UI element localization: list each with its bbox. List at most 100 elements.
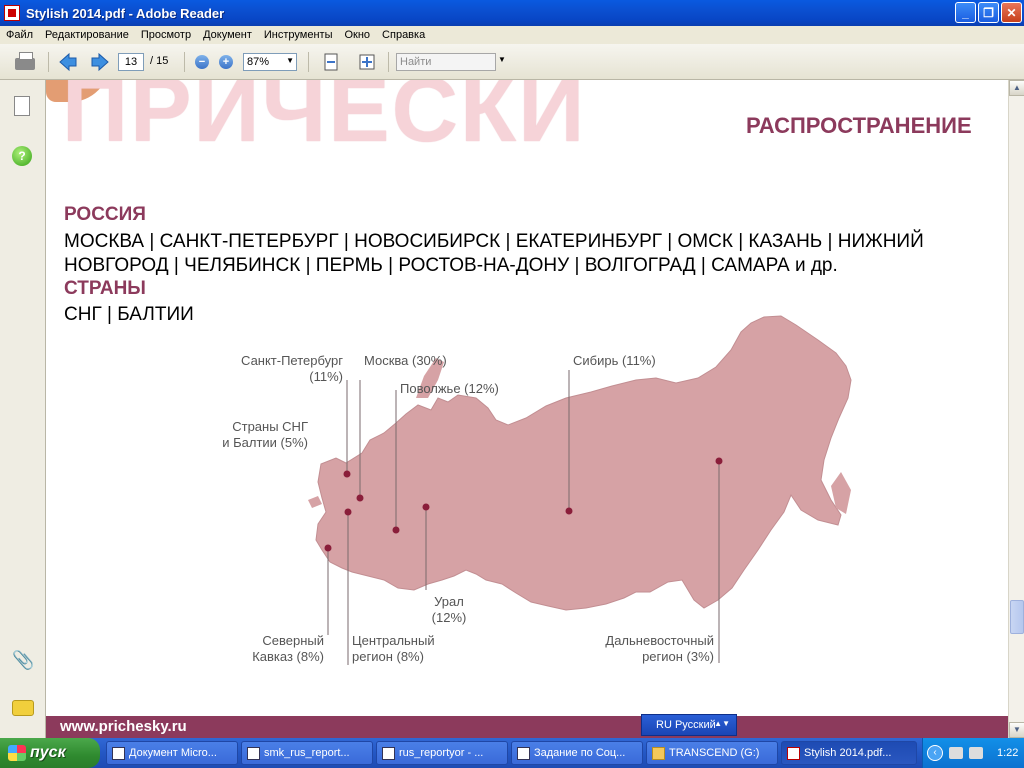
pages-icon[interactable] — [14, 96, 30, 116]
window-title: Stylish 2014.pdf - Adobe Reader — [26, 5, 225, 21]
marker-ural — [422, 503, 430, 511]
clock: 1:22 — [997, 747, 1019, 759]
tray-icon[interactable] — [949, 747, 963, 759]
menu-window[interactable]: Окно — [338, 29, 376, 41]
page-number-input[interactable]: 13 — [118, 53, 144, 71]
toolbar-separator — [388, 52, 389, 72]
label-volga: Поволжье (12%) — [400, 381, 499, 396]
minimize-button[interactable]: _ — [955, 2, 976, 23]
previous-page-button[interactable] — [58, 52, 78, 72]
taskbar-item-label: Документ Micro... — [129, 747, 217, 759]
scroll-down-button[interactable]: ▼ — [1009, 722, 1024, 738]
marker-central — [344, 508, 352, 516]
taskbar-item[interactable]: rus_reportyor - ... — [376, 741, 508, 765]
taskbar-item-label: rus_reportyor - ... — [399, 747, 484, 759]
label-cis-line2: и Балтии (5%) — [222, 435, 308, 450]
comments-icon[interactable] — [12, 700, 34, 716]
toolbar: 13 / 15 − + 87% ▼ Найти ▼ — [0, 44, 1024, 80]
label-fareast-line2: регион (3%) — [642, 649, 714, 664]
marker-volga — [392, 526, 400, 534]
russia-map — [308, 315, 852, 665]
tray-icon[interactable] — [969, 747, 983, 759]
fit-width-button[interactable] — [320, 52, 342, 72]
toolbar-separator — [308, 52, 309, 72]
menu-file[interactable]: Файл — [0, 29, 39, 41]
help-icon[interactable]: ? — [12, 146, 32, 166]
navigation-panel: ? 📎 — [0, 80, 46, 738]
label-ural-line1: Урал — [434, 594, 464, 609]
chevron-down-icon: ▼ — [286, 56, 294, 65]
label-central-line2: регион (8%) — [352, 649, 424, 664]
taskbar-item-active[interactable]: Stylish 2014.pdf... — [781, 741, 917, 765]
menu-view[interactable]: Просмотр — [135, 29, 197, 41]
start-button[interactable]: пуск — [0, 738, 100, 768]
menu-bar: Файл Редактирование Просмотр Документ Ин… — [0, 26, 1024, 44]
start-label: пуск — [30, 744, 66, 761]
footer-url: www.prichesky.ru — [60, 718, 187, 735]
marker-siberia — [565, 507, 573, 515]
arrow-right-icon — [91, 52, 109, 72]
taskbar-item[interactable]: Задание по Соц... — [511, 741, 643, 765]
fit-page-icon — [359, 54, 375, 70]
label-siberia: Сибирь (11%) — [573, 353, 656, 368]
document-icon — [517, 747, 530, 760]
label-caucasus: Северный Кавказ (8%) — [234, 633, 324, 665]
label-caucasus-line1: Северный — [262, 633, 324, 648]
taskbar: пуск Документ Micro... smk_rus_report...… — [0, 738, 1024, 768]
document-footer: www.prichesky.ru — [46, 716, 1008, 738]
arrow-left-icon — [59, 52, 77, 72]
label-central: Центральный регион (8%) — [352, 633, 435, 665]
page-total: / 15 — [150, 55, 169, 67]
label-cis-line1: Страны СНГ — [232, 419, 308, 434]
label-fareast: Дальневосточный регион (3%) — [594, 633, 714, 665]
fit-width-icon — [324, 53, 338, 71]
menu-help[interactable]: Справка — [376, 29, 431, 41]
menu-document[interactable]: Документ — [197, 29, 258, 41]
language-bar[interactable]: RU Русский ▲▼ — [641, 714, 737, 736]
taskbar-item[interactable]: TRANSCEND (G:) — [646, 741, 778, 765]
window-controls: _ ❐ ✕ — [955, 2, 1022, 23]
menu-edit[interactable]: Редактирование — [39, 29, 135, 41]
windows-logo-icon — [8, 745, 26, 761]
printer-icon — [15, 52, 35, 70]
zoom-select[interactable]: 87% ▼ — [243, 53, 297, 71]
marker-spb — [343, 470, 351, 478]
maximize-button[interactable]: ❐ — [978, 2, 999, 23]
zoom-out-button[interactable]: − — [195, 55, 209, 69]
zoom-value: 87% — [247, 56, 270, 68]
language-label: RU Русский — [656, 719, 716, 731]
taskbar-item-label: TRANSCEND (G:) — [669, 747, 760, 759]
taskbar-item-label: Stylish 2014.pdf... — [804, 747, 892, 759]
marker-fareast — [715, 457, 723, 465]
label-spb-line2: (11%) — [309, 369, 343, 384]
toolbar-separator — [184, 52, 185, 72]
system-tray: ‹ 1:22 — [922, 738, 1024, 768]
document-icon — [382, 747, 395, 760]
document-viewport: ПРИЧЕСКИ РАСПРОСТРАНЕНИЕ РОССИЯ МОСКВА |… — [46, 80, 1008, 738]
marker-moscow — [356, 494, 364, 502]
taskbar-item[interactable]: Документ Micro... — [106, 741, 238, 765]
label-cis: Страны СНГ и Балтии (5%) — [208, 419, 308, 451]
document-icon — [247, 747, 260, 760]
find-placeholder: Найти — [400, 56, 432, 68]
next-page-button[interactable] — [90, 52, 110, 72]
attachment-icon[interactable]: 📎 — [12, 650, 34, 670]
find-input[interactable]: Найти — [396, 53, 496, 71]
title-bar: Stylish 2014.pdf - Adobe Reader _ ❐ ✕ — [0, 0, 1024, 26]
label-caucasus-line2: Кавказ (8%) — [252, 649, 324, 664]
label-spb-line1: Санкт-Петербург — [241, 353, 343, 368]
taskbar-item-label: smk_rus_report... — [264, 747, 350, 759]
taskbar-item-label: Задание по Соц... — [534, 747, 626, 759]
scroll-up-button[interactable]: ▲ — [1009, 80, 1024, 96]
close-button[interactable]: ✕ — [1001, 2, 1022, 23]
taskbar-item[interactable]: smk_rus_report... — [241, 741, 373, 765]
label-moscow: Москва (30%) — [364, 353, 447, 368]
chevron-down-icon[interactable]: ▼ — [498, 55, 506, 64]
chevron-left-icon[interactable]: ‹ — [927, 745, 943, 761]
fit-page-button[interactable] — [356, 52, 378, 72]
vertical-scrollbar[interactable]: ▲ ▼ — [1008, 80, 1024, 738]
print-button[interactable] — [14, 52, 36, 72]
menu-tools[interactable]: Инструменты — [258, 29, 339, 41]
zoom-in-button[interactable]: + — [219, 55, 233, 69]
scrollbar-thumb[interactable] — [1010, 600, 1024, 634]
